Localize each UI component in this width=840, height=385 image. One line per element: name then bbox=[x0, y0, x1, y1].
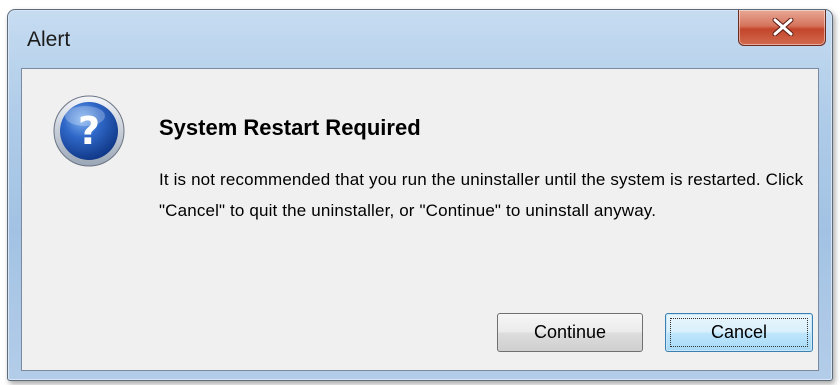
dialog-body: ? System Restart Required It is not reco… bbox=[21, 68, 819, 371]
svg-text:?: ? bbox=[78, 109, 100, 153]
dialog-heading: System Restart Required bbox=[159, 115, 421, 140]
cancel-button[interactable]: Cancel bbox=[665, 313, 813, 352]
close-x-icon bbox=[772, 18, 794, 36]
window-title: Alert bbox=[27, 28, 71, 51]
title-bar[interactable]: Alert bbox=[8, 10, 832, 68]
dialog-message: It is not recommended that you run the u… bbox=[159, 170, 804, 220]
question-mark-icon: ? bbox=[53, 95, 125, 167]
continue-button[interactable]: Continue bbox=[497, 313, 643, 352]
close-button[interactable] bbox=[738, 10, 826, 46]
alert-window: Alert ? System Restart Required It is no… bbox=[7, 9, 833, 381]
cancel-button-label: Cancel bbox=[710, 322, 768, 342]
